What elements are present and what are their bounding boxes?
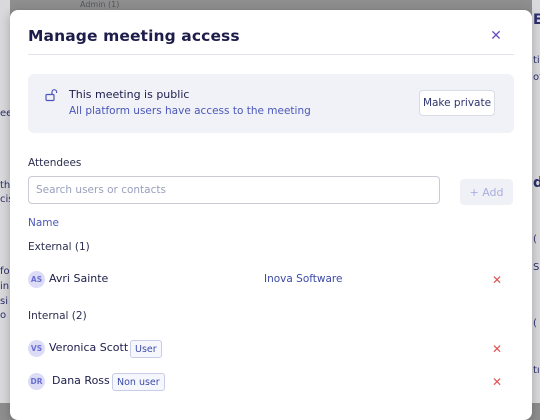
attendee-name: Veronica Scott [49,341,129,354]
background-text: Admin (1) [80,0,120,9]
close-icon: ✕ [490,28,502,44]
remove-attendee-button[interactable]: ✕ [490,342,504,356]
banner-title: This meeting is public [69,88,190,101]
internal-group-label: Internal (2) [28,310,87,322]
name-column-header: Name [28,217,59,229]
background-text: ( [533,234,537,245]
remove-attendee-button[interactable]: ✕ [490,273,504,287]
background-text: ot [533,72,540,83]
attendee-company: Inova Software [264,273,343,285]
background-left-panel: ee th cis fo in si o [0,0,14,403]
user-type-badge: User [130,340,162,358]
background-text: E [533,12,540,28]
background-text: tı [533,365,540,376]
user-type-badge: Non user [112,373,165,391]
background-text: S [533,262,540,273]
divider [28,54,514,55]
close-icon: ✕ [491,273,503,287]
attendee-name: Avri Sainte [49,272,109,285]
background-text: ( [533,318,537,329]
background-text: d [533,175,540,191]
background-right-panel: E ti ot d ( S ( tı [532,0,540,403]
attendees-label: Attendees [28,157,82,169]
attendee-name: Dana Ross [52,374,110,387]
external-group-label: External (1) [28,241,90,253]
avatar: AS [28,271,45,288]
make-private-button[interactable]: Make private [419,90,495,116]
search-input[interactable] [28,176,440,204]
public-access-banner: This meeting is public All platform user… [28,74,514,133]
modal-title: Manage meeting access [28,27,240,45]
background-text: o [0,310,7,321]
remove-attendee-button[interactable]: ✕ [490,375,504,389]
background-text: si [0,296,8,307]
add-button[interactable]: + Add [460,179,513,205]
avatar: DR [28,373,45,390]
close-icon: ✕ [491,342,503,356]
banner-subtitle: All platform users have access to the me… [69,105,311,117]
unlock-icon [45,89,58,102]
background-text: fo [0,266,10,277]
background-text: ti [533,55,540,66]
close-icon: ✕ [491,375,503,389]
manage-access-modal: Manage meeting access ✕ This meeting is … [10,10,532,420]
background-text: th [0,180,11,191]
background-text: in [0,281,10,292]
avatar: VS [28,340,45,357]
close-button[interactable]: ✕ [487,27,505,45]
